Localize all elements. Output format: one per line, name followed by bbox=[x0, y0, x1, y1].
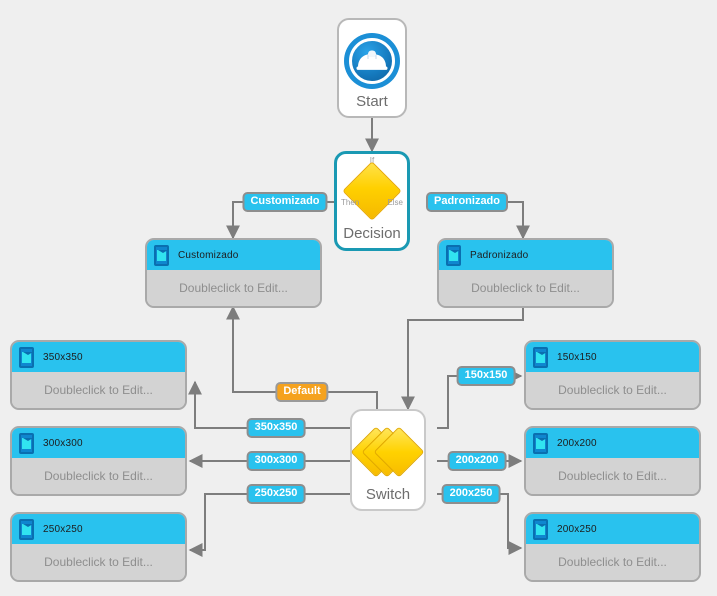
node-start[interactable]: Start bbox=[337, 18, 407, 118]
card-title: 350x350 bbox=[43, 351, 83, 363]
card-title: 300x300 bbox=[43, 437, 83, 449]
edge-label-250x250[interactable]: 250x250 bbox=[246, 484, 306, 504]
card-body[interactable]: Doubleclick to Edit... bbox=[12, 372, 185, 408]
card-header: 300x300 bbox=[12, 428, 185, 458]
edge-label-default[interactable]: Default bbox=[275, 382, 329, 402]
card-350x350[interactable]: 350x350 Doubleclick to Edit... bbox=[10, 340, 187, 410]
card-body[interactable]: Doubleclick to Edit... bbox=[526, 458, 699, 494]
card-body[interactable]: Doubleclick to Edit... bbox=[526, 544, 699, 580]
card-body[interactable]: Doubleclick to Edit... bbox=[439, 270, 612, 306]
card-body-text: Doubleclick to Edit... bbox=[558, 555, 667, 569]
node-decision[interactable]: If Then Else Decision bbox=[334, 151, 410, 251]
card-header: Padronizado bbox=[439, 240, 612, 270]
hard-hat-glyph bbox=[356, 50, 388, 70]
edge-label-200x250[interactable]: 200x250 bbox=[441, 484, 501, 504]
edge-label-200x200[interactable]: 200x200 bbox=[447, 451, 507, 471]
card-body-text: Doubleclick to Edit... bbox=[44, 383, 153, 397]
card-150x150[interactable]: 150x150 Doubleclick to Edit... bbox=[524, 340, 701, 410]
card-title: 150x150 bbox=[557, 351, 597, 363]
edge-label-customizado[interactable]: Customizado bbox=[242, 192, 328, 212]
flowchart-canvas[interactable]: Start If Then Else Decision Switch Custo… bbox=[0, 0, 717, 596]
edge-switch-default-customizado bbox=[226, 305, 378, 425]
device-icon bbox=[19, 432, 34, 454]
card-header: 150x150 bbox=[526, 342, 699, 372]
edge-label-350x350[interactable]: 350x350 bbox=[246, 418, 306, 438]
card-body-text: Doubleclick to Edit... bbox=[558, 383, 667, 397]
card-body-text: Doubleclick to Edit... bbox=[471, 281, 580, 295]
device-icon bbox=[19, 346, 34, 368]
card-header: 350x350 bbox=[12, 342, 185, 372]
decision-port-else: Else bbox=[387, 198, 403, 207]
card-title: 250x250 bbox=[43, 523, 83, 535]
edge-label-padronizado[interactable]: Padronizado bbox=[425, 192, 509, 212]
card-body[interactable]: Doubleclick to Edit... bbox=[147, 270, 320, 306]
device-icon bbox=[533, 518, 548, 540]
device-icon bbox=[446, 244, 461, 266]
card-250x250[interactable]: 250x250 Doubleclick to Edit... bbox=[10, 512, 187, 582]
card-header: 200x200 bbox=[526, 428, 699, 458]
card-body[interactable]: Doubleclick to Edit... bbox=[12, 544, 185, 580]
edge-label-300x300[interactable]: 300x300 bbox=[246, 451, 306, 471]
card-title: Customizado bbox=[178, 249, 239, 261]
card-title: Padronizado bbox=[470, 249, 529, 261]
card-padronizado[interactable]: Padronizado Doubleclick to Edit... bbox=[437, 238, 614, 308]
card-body-text: Doubleclick to Edit... bbox=[179, 281, 288, 295]
card-customizado[interactable]: Customizado Doubleclick to Edit... bbox=[145, 238, 322, 308]
edge-padronizado-to-switch bbox=[401, 305, 524, 411]
card-body-text: Doubleclick to Edit... bbox=[44, 555, 153, 569]
card-title: 200x200 bbox=[557, 437, 597, 449]
card-title: 200x250 bbox=[557, 523, 597, 535]
edge-label-150x150[interactable]: 150x150 bbox=[456, 366, 516, 386]
card-300x300[interactable]: 300x300 Doubleclick to Edit... bbox=[10, 426, 187, 496]
device-icon bbox=[19, 518, 34, 540]
device-icon bbox=[154, 244, 169, 266]
node-switch-label: Switch bbox=[365, 486, 411, 503]
device-icon bbox=[533, 432, 548, 454]
card-body[interactable]: Doubleclick to Edit... bbox=[526, 372, 699, 408]
node-decision-label: Decision bbox=[343, 225, 401, 242]
card-header: Customizado bbox=[147, 240, 320, 270]
card-header: 250x250 bbox=[12, 514, 185, 544]
card-200x200[interactable]: 200x200 Doubleclick to Edit... bbox=[524, 426, 701, 496]
node-start-label: Start bbox=[356, 93, 388, 110]
card-body[interactable]: Doubleclick to Edit... bbox=[12, 458, 185, 494]
device-icon bbox=[533, 346, 548, 368]
card-header: 200x250 bbox=[526, 514, 699, 544]
stacked-diamonds-icon bbox=[350, 426, 425, 478]
diamond-icon bbox=[342, 161, 402, 221]
card-body-text: Doubleclick to Edit... bbox=[558, 469, 667, 483]
card-200x250[interactable]: 200x250 Doubleclick to Edit... bbox=[524, 512, 701, 582]
decision-port-then: Then bbox=[341, 198, 360, 207]
card-body-text: Doubleclick to Edit... bbox=[44, 469, 153, 483]
node-switch[interactable]: Switch bbox=[350, 409, 426, 511]
hard-hat-icon bbox=[344, 33, 400, 89]
